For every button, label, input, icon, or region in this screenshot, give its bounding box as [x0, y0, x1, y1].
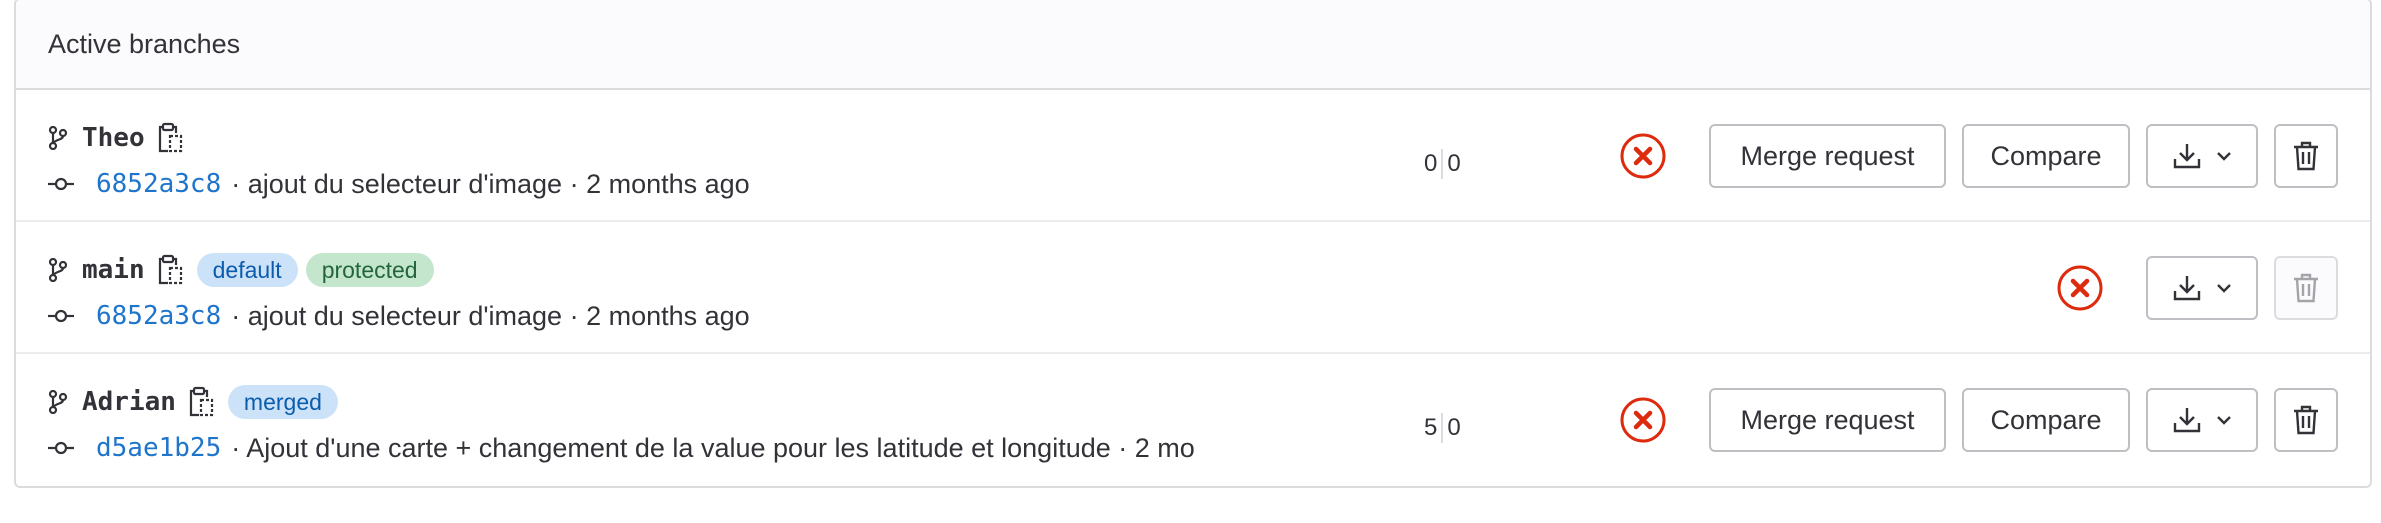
branch-row: Theo 6852a3c8 · ajout du selecteur d'ima…: [16, 90, 2370, 222]
branch-name-link[interactable]: Theo: [82, 123, 145, 153]
divergence-separator: [1441, 413, 1444, 443]
chevron-down-icon: [2216, 414, 2232, 426]
default-badge: default: [196, 253, 298, 287]
commit-sha-link[interactable]: 6852a3c8: [96, 301, 221, 331]
chevron-down-icon: [2216, 150, 2232, 162]
branch-icon: [48, 258, 68, 282]
copy-branch-name-icon[interactable]: [188, 386, 214, 418]
branch-icon: [48, 126, 68, 150]
trash-icon: [2293, 405, 2319, 435]
panel-title: Active branches: [48, 28, 241, 59]
branch-name-link[interactable]: Adrian: [82, 387, 176, 417]
delete-branch-button[interactable]: [2274, 124, 2338, 188]
commits-ahead-count: 0: [1447, 414, 1461, 441]
download-icon: [2172, 142, 2202, 170]
download-icon: [2172, 406, 2202, 434]
download-icon: [2172, 274, 2202, 302]
commit-icon: [48, 306, 74, 326]
commit-sha-link[interactable]: 6852a3c8: [96, 169, 221, 199]
divergence-separator: [1441, 149, 1444, 179]
copy-branch-name-icon[interactable]: [157, 122, 183, 154]
download-dropdown-button[interactable]: [2146, 256, 2258, 320]
branch-icon: [48, 390, 68, 414]
commits-behind-count: 5: [1424, 414, 1438, 441]
trash-icon: [2293, 141, 2319, 171]
branch-row: main default protected 6852a3c8 · ajout …: [16, 222, 2370, 354]
panel-header: Active branches: [16, 0, 2370, 90]
delete-branch-button-disabled: [2274, 256, 2338, 320]
divergence-graph: 0 0: [1424, 146, 1461, 182]
commits-ahead-count: 0: [1447, 150, 1461, 177]
merged-badge: merged: [227, 385, 338, 419]
merge-request-button[interactable]: Merge request: [1709, 388, 1946, 452]
chevron-down-icon: [2216, 282, 2232, 294]
commit-icon: [48, 438, 74, 458]
commits-behind-count: 0: [1424, 150, 1438, 177]
commit-icon: [48, 174, 74, 194]
pipeline-status-failed-icon[interactable]: [1611, 124, 1675, 188]
commit-title: · Ajout d'une carte + changement de la v…: [231, 432, 1195, 463]
download-dropdown-button[interactable]: [2146, 388, 2258, 452]
download-dropdown-button[interactable]: [2146, 124, 2258, 188]
trash-icon: [2293, 273, 2319, 303]
pipeline-status-failed-icon[interactable]: [1611, 388, 1675, 452]
compare-button[interactable]: Compare: [1962, 388, 2130, 452]
active-branches-panel: Active branches Theo 6852a3c8 · ajout du…: [14, 0, 2372, 488]
branch-name-link[interactable]: main: [82, 255, 145, 285]
commit-title: · ajout du selecteur d'image · 2 months …: [231, 168, 750, 199]
branch-row: Adrian merged d5ae1b25 · Ajout d'une car…: [16, 354, 2370, 486]
merge-request-button[interactable]: Merge request: [1709, 124, 1946, 188]
pipeline-status-failed-icon[interactable]: [2048, 256, 2112, 320]
copy-branch-name-icon[interactable]: [157, 254, 183, 286]
compare-button[interactable]: Compare: [1962, 124, 2130, 188]
commit-title: · ajout du selecteur d'image · 2 months …: [231, 300, 750, 331]
delete-branch-button[interactable]: [2274, 388, 2338, 452]
commit-sha-link[interactable]: d5ae1b25: [96, 433, 221, 463]
protected-badge: protected: [305, 253, 434, 287]
divergence-graph: 5 0: [1424, 410, 1461, 446]
